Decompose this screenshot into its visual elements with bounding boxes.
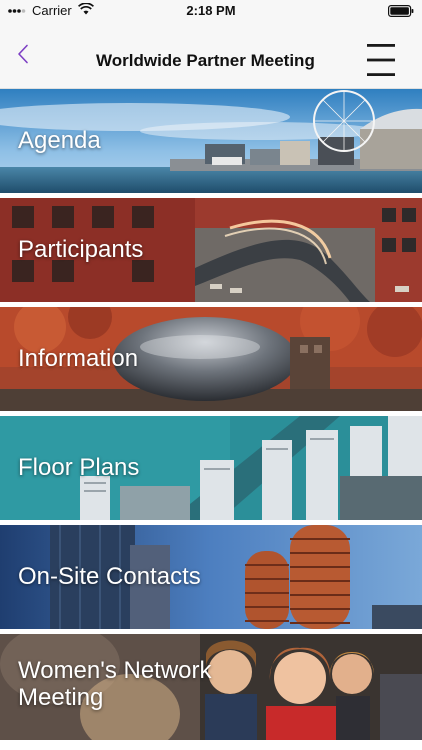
- chevron-left-icon: [17, 44, 29, 69]
- tile-agenda[interactable]: Agenda: [0, 89, 422, 193]
- tile-on-site-contacts[interactable]: On-Site Contacts: [0, 525, 422, 629]
- menu-tiles: Agenda Participants Information Floor Pl…: [0, 89, 422, 742]
- tile-label-floor-plans: Floor Plans: [18, 454, 140, 481]
- tile-label-information: Information: [18, 345, 139, 372]
- status-time: 2:18 PM: [186, 3, 236, 18]
- battery-icon: [388, 4, 414, 22]
- tile-participants[interactable]: Participants: [0, 198, 422, 302]
- status-bar: Carrier 2:18 PM: [0, 0, 422, 22]
- bottom-safe-area: [0, 740, 422, 750]
- tile-information[interactable]: Information: [0, 307, 422, 411]
- tile-floor-plans[interactable]: Floor Plans: [0, 416, 422, 520]
- tile-womens-network-meeting[interactable]: Women's Network Meeting: [0, 634, 422, 742]
- menu-button[interactable]: [365, 42, 399, 78]
- tile-label-womens-network-meeting: Women's Network Meeting: [18, 657, 212, 711]
- tile-label-agenda: Agenda: [18, 127, 101, 154]
- navigation-bar: Worldwide Partner Meeting: [0, 22, 422, 89]
- hamburger-menu-icon: [365, 44, 399, 82]
- back-button[interactable]: [10, 42, 36, 70]
- tile-label-participants: Participants: [18, 236, 144, 263]
- page-title: Worldwide Partner Meeting: [96, 51, 315, 70]
- tile-label-on-site-contacts: On-Site Contacts: [18, 563, 201, 590]
